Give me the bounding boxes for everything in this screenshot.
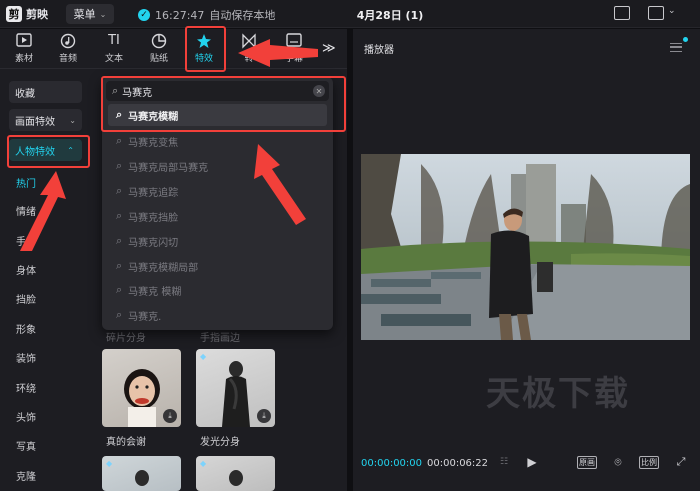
check-icon: ✓ xyxy=(138,9,150,21)
premium-icon: ◆ xyxy=(200,459,207,468)
watermark-text: 天极下载 xyxy=(486,374,630,414)
video-preview[interactable] xyxy=(361,154,690,340)
save-status: ✓ 16:27:47 自动保存本地 xyxy=(138,7,275,23)
menu-button[interactable]: 菜单 ⌄ xyxy=(66,4,114,24)
suggestion-item[interactable]: ⌕ 马赛克 模糊 xyxy=(108,279,327,301)
sidebar-item-portrait[interactable]: 写真 xyxy=(16,438,36,453)
sidebar-item-image[interactable]: 形象 xyxy=(16,321,36,336)
save-text: 自动保存本地 xyxy=(209,9,276,22)
screenshot-icon[interactable]: ⌾ xyxy=(609,455,627,469)
effect-thumbnail[interactable]: ◆ ⤓ xyxy=(196,349,275,427)
download-icon[interactable]: ⤓ xyxy=(257,409,271,423)
arrow-icon xyxy=(20,171,66,251)
player-title: 播放器 xyxy=(364,45,394,56)
arrow-icon xyxy=(254,144,306,225)
effects-panel: 素材 音频 TI 文本 贴纸 特效 转 字幕 ≫ 收藏 画面特效 ⌄ 人物特效 … xyxy=(0,26,347,491)
sidebar-item-headwear[interactable]: 头饰 xyxy=(16,409,36,424)
premium-icon: ◆ xyxy=(106,459,113,468)
effect-thumbnail[interactable]: ◆ xyxy=(196,456,275,491)
sidebar-item-clone[interactable]: 克隆 xyxy=(16,468,36,483)
download-icon[interactable]: ⤓ xyxy=(163,409,177,423)
partial-label: 手指画边 xyxy=(200,333,240,344)
effect-label: 真的会谢 xyxy=(106,437,146,448)
app-name: 剪映 xyxy=(26,8,48,21)
arrow-icon xyxy=(238,39,318,67)
hamburger-icon[interactable] xyxy=(670,43,682,52)
grid-icon[interactable]: ☷ xyxy=(495,455,513,469)
play-icon[interactable]: ▶ xyxy=(525,455,539,469)
premium-icon: ◆ xyxy=(200,352,207,361)
player-panel: 播放器 天极下载 00:00:00:00 00:00:06:22 ☷ ▶ 原画 … xyxy=(353,29,700,491)
effect-thumbnail[interactable]: ⤓ xyxy=(102,349,181,427)
sidebar-item-decor[interactable]: 装饰 xyxy=(16,350,36,365)
notification-dot xyxy=(683,37,688,42)
menu-label: 菜单 xyxy=(73,8,96,21)
original-button[interactable]: 原画 xyxy=(576,455,598,469)
search-icon: ⌕ xyxy=(116,283,123,296)
search-icon: ⌕ xyxy=(116,308,123,321)
title-bar: 剪 剪映 菜单 ⌄ ✓ 16:27:47 自动保存本地 4月28日 (1) ⌄ xyxy=(0,0,700,28)
suggestion-item[interactable]: ⌕ 马赛克. xyxy=(108,304,327,326)
ratio-button[interactable]: 比例 xyxy=(638,455,660,469)
sidebar-item-face-block[interactable]: 挡脸 xyxy=(16,291,36,306)
chevron-down-icon: ⌄ xyxy=(99,9,107,19)
effect-label: 发光分身 xyxy=(200,437,240,448)
layout-icon[interactable] xyxy=(648,6,664,20)
app-logo: 剪 剪映 xyxy=(6,6,48,22)
save-time: 16:27:47 xyxy=(155,8,205,22)
chevron-down-icon[interactable]: ⌄ xyxy=(668,6,676,16)
keyboard-icon[interactable] xyxy=(614,6,630,20)
total-timecode: 00:00:06:22 xyxy=(427,458,489,469)
sidebar-item-surround[interactable]: 环绕 xyxy=(16,380,36,395)
app-logo-icon: 剪 xyxy=(6,6,22,22)
fullscreen-icon[interactable]: ⤢ xyxy=(673,455,689,469)
partial-label: 碎片分身 xyxy=(106,333,146,344)
current-timecode: 00:00:00:00 xyxy=(361,458,423,469)
annotation-arrows xyxy=(20,39,318,251)
effect-thumbnail[interactable]: ◆ xyxy=(102,456,181,491)
